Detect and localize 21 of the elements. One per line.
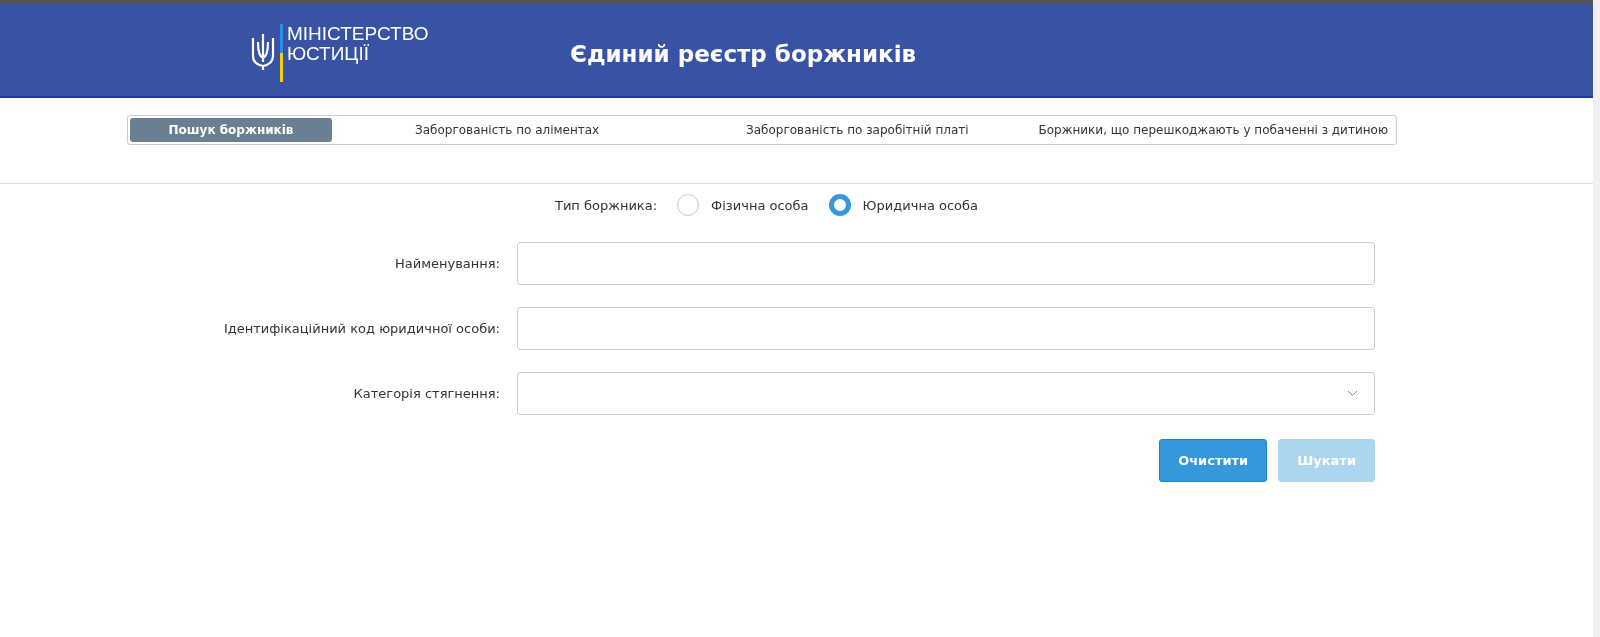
ministry-name: ЮСТИЦІЇ	[287, 44, 370, 64]
radio-button[interactable]	[677, 194, 700, 216]
field-label: Тип боржника:	[554, 197, 658, 213]
ministry-name: МІНІСТЕРСТВО	[287, 24, 429, 44]
field-label: Найменування:	[394, 256, 501, 271]
tab[interactable]: Заборгованість по заробітній платі	[682, 118, 1033, 142]
radio-button[interactable]	[828, 194, 851, 216]
input-field[interactable]	[517, 307, 1375, 350]
radio-label[interactable]: Юридична особа	[862, 197, 979, 213]
chevron-down-icon	[1347, 390, 1358, 397]
scrollbar-track[interactable]	[1593, 0, 1600, 637]
tab[interactable]: Пошук боржників	[130, 118, 332, 142]
select-field[interactable]	[517, 372, 1375, 415]
radio-label[interactable]: Фізична особа	[711, 197, 809, 213]
page-title: Єдиний реєстр боржників	[570, 41, 917, 67]
tab[interactable]: Заборгованість по аліментах	[332, 118, 683, 142]
field-label: Категорія стягнення:	[352, 386, 501, 401]
tab[interactable]: Боржники, що перешкоджають у побаченні з дитиною	[1032, 118, 1394, 142]
input-field[interactable]	[517, 242, 1375, 285]
field-label: Ідентифікаційний код юридичної особи:	[222, 321, 501, 336]
trident-icon	[250, 32, 276, 70]
